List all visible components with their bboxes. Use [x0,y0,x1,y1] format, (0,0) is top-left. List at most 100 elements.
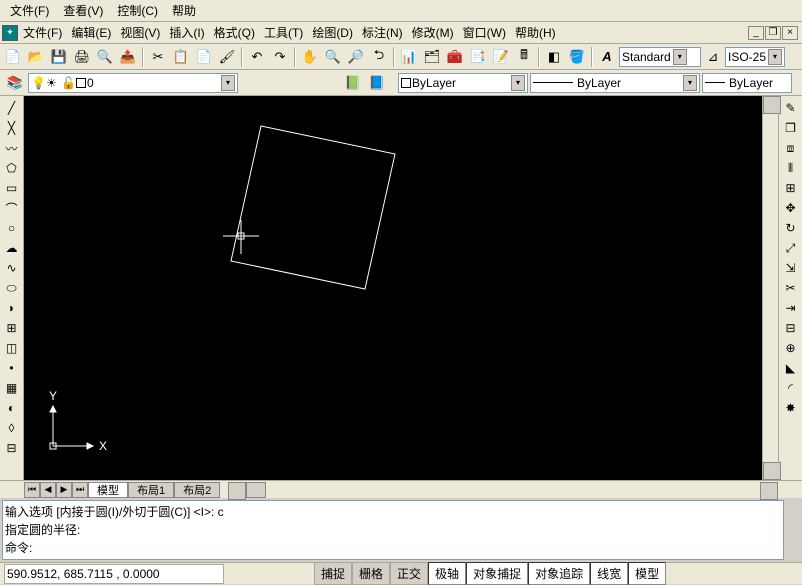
ellipse-icon[interactable]: ⬭ [2,278,22,298]
new-icon[interactable]: 📄 [2,46,24,68]
zoom-win-icon[interactable]: 🔎 [345,46,367,68]
tab-layout2[interactable]: 布局2 [174,482,220,498]
scale-icon[interactable]: ⤢ [781,238,801,258]
publish-icon[interactable]: 📤 [117,46,139,68]
markup-icon[interactable]: 📝 [490,46,512,68]
menu-draw[interactable]: 绘图(D) [308,22,357,43]
calc-icon[interactable]: 🖩 [513,46,535,68]
extend-icon[interactable]: ⇥ [781,298,801,318]
status-polar[interactable]: 极轴 [428,562,466,585]
status-grid[interactable]: 栅格 [352,562,390,585]
gradient-icon[interactable]: ◐ [2,398,22,418]
paste-icon[interactable]: 📄 [193,46,215,68]
layer-combo[interactable]: 💡 ☀ 🔓 0 ▾ [28,73,238,93]
paint-icon[interactable]: 🪣 [566,46,588,68]
array-icon[interactable]: ⊞ [781,178,801,198]
preview-icon[interactable]: 🔍 [94,46,116,68]
menu-dimension[interactable]: 标注(N) [358,22,407,43]
offset-icon[interactable]: ⫴ [781,158,801,178]
menu-tools[interactable]: 工具(T) [260,22,307,43]
polygon-icon[interactable]: ⬠ [2,158,22,178]
point-icon[interactable]: • [2,358,22,378]
dimstyle-icon[interactable]: ⊿ [702,46,724,68]
circle-icon[interactable]: ○ [2,218,22,238]
trim-icon[interactable]: ✂ [781,278,801,298]
tab-prev-icon[interactable]: ◀ [40,482,56,498]
redo-icon[interactable]: ↷ [269,46,291,68]
arc-icon[interactable]: ⌒ [2,198,22,218]
status-model[interactable]: 模型 [628,562,666,585]
ellarc-icon[interactable]: ◗ [2,298,22,318]
move-icon[interactable]: ✥ [781,198,801,218]
copyobj-icon[interactable]: ❐ [781,118,801,138]
rect-icon[interactable]: ▭ [2,178,22,198]
pan-icon[interactable]: ✋ [299,46,321,68]
props-icon[interactable]: 📊 [398,46,420,68]
tab-layout1[interactable]: 布局1 [128,482,174,498]
linetype-combo[interactable]: ByLayer▾ [530,73,700,93]
sysmenu-view[interactable]: 查看(V) [57,0,109,21]
status-ortho[interactable]: 正交 [390,562,428,585]
dc-icon[interactable]: 🗂 [421,46,443,68]
revcloud-icon[interactable]: ☁ [2,238,22,258]
region-icon[interactable]: ◊ [2,418,22,438]
join-icon[interactable]: ⊕ [781,338,801,358]
menu-view[interactable]: 视图(V) [116,22,164,43]
match-icon[interactable]: 🖌 [216,46,238,68]
layer-prev-icon[interactable]: 📗 [342,72,364,94]
spline-icon[interactable]: ∿ [2,258,22,278]
mirror-icon[interactable]: ⧈ [781,138,801,158]
close-button[interactable]: × [782,26,798,40]
undo-icon[interactable]: ↶ [246,46,268,68]
min-button[interactable]: _ [748,26,764,40]
hscrollbar[interactable] [228,482,778,498]
menu-edit[interactable]: 编辑(E) [67,22,115,43]
table-icon[interactable]: ⊟ [2,438,22,458]
erase-icon[interactable]: ✎ [781,98,801,118]
sheet-icon[interactable]: 📑 [467,46,489,68]
chamfer-icon[interactable]: ◣ [781,358,801,378]
line-icon[interactable]: ╱ [2,98,22,118]
command-window[interactable]: 输入选项 [内接于圆(I)/外切于圆(C)] <I>: c 指定圆的半径: 命令… [2,500,784,560]
menu-window[interactable]: 窗口(W) [459,22,510,43]
sysmenu-help[interactable]: 帮助 [166,0,202,21]
open-icon[interactable]: 📂 [25,46,47,68]
rotate-icon[interactable]: ↻ [781,218,801,238]
copy-icon[interactable]: 📋 [170,46,192,68]
restore-button[interactable]: ❐ [765,26,781,40]
textstyle-icon[interactable]: A [596,46,618,68]
sysmenu-control[interactable]: 控制(C) [111,0,164,21]
status-osnap[interactable]: 对象捕捉 [466,562,528,585]
hatch-icon[interactable]: ▦ [2,378,22,398]
layer-mgr-icon[interactable]: 📚 [4,72,26,94]
tab-last-icon[interactable]: ⏭ [72,482,88,498]
pline-icon[interactable]: 〰 [2,138,22,158]
drawing-canvas[interactable]: X Y [24,96,762,480]
menu-format[interactable]: 格式(Q) [210,22,259,43]
tab-model[interactable]: 模型 [88,482,128,498]
status-snap[interactable]: 捕捉 [314,562,352,585]
dimstyle-combo[interactable]: ISO-25▾ [725,47,785,67]
menu-modify[interactable]: 修改(M) [408,22,458,43]
print-icon[interactable]: 🖨 [71,46,93,68]
explode-icon[interactable]: ✸ [781,398,801,418]
zoom-prev-icon[interactable]: ⮌ [368,46,390,68]
menu-help[interactable]: 帮助(H) [511,22,560,43]
block-icon[interactable]: ◧ [543,46,565,68]
tool-pal-icon[interactable]: 🧰 [444,46,466,68]
tab-next-icon[interactable]: ▶ [56,482,72,498]
zoom-rt-icon[interactable]: 🔍 [322,46,344,68]
mkblock-icon[interactable]: ◫ [2,338,22,358]
vscrollbar[interactable] [762,96,778,480]
color-combo[interactable]: ByLayer▾ [398,73,528,93]
cut-icon[interactable]: ✂ [147,46,169,68]
xline-icon[interactable]: ╳ [2,118,22,138]
fillet-icon[interactable]: ◜ [781,378,801,398]
insert-icon[interactable]: ⊞ [2,318,22,338]
status-lw[interactable]: 线宽 [590,562,628,585]
menu-file[interactable]: 文件(F) [19,22,66,43]
status-otrack[interactable]: 对象追踪 [528,562,590,585]
break-icon[interactable]: ⊟ [781,318,801,338]
menu-insert[interactable]: 插入(I) [165,22,208,43]
layer-states-icon[interactable]: 📘 [366,72,388,94]
